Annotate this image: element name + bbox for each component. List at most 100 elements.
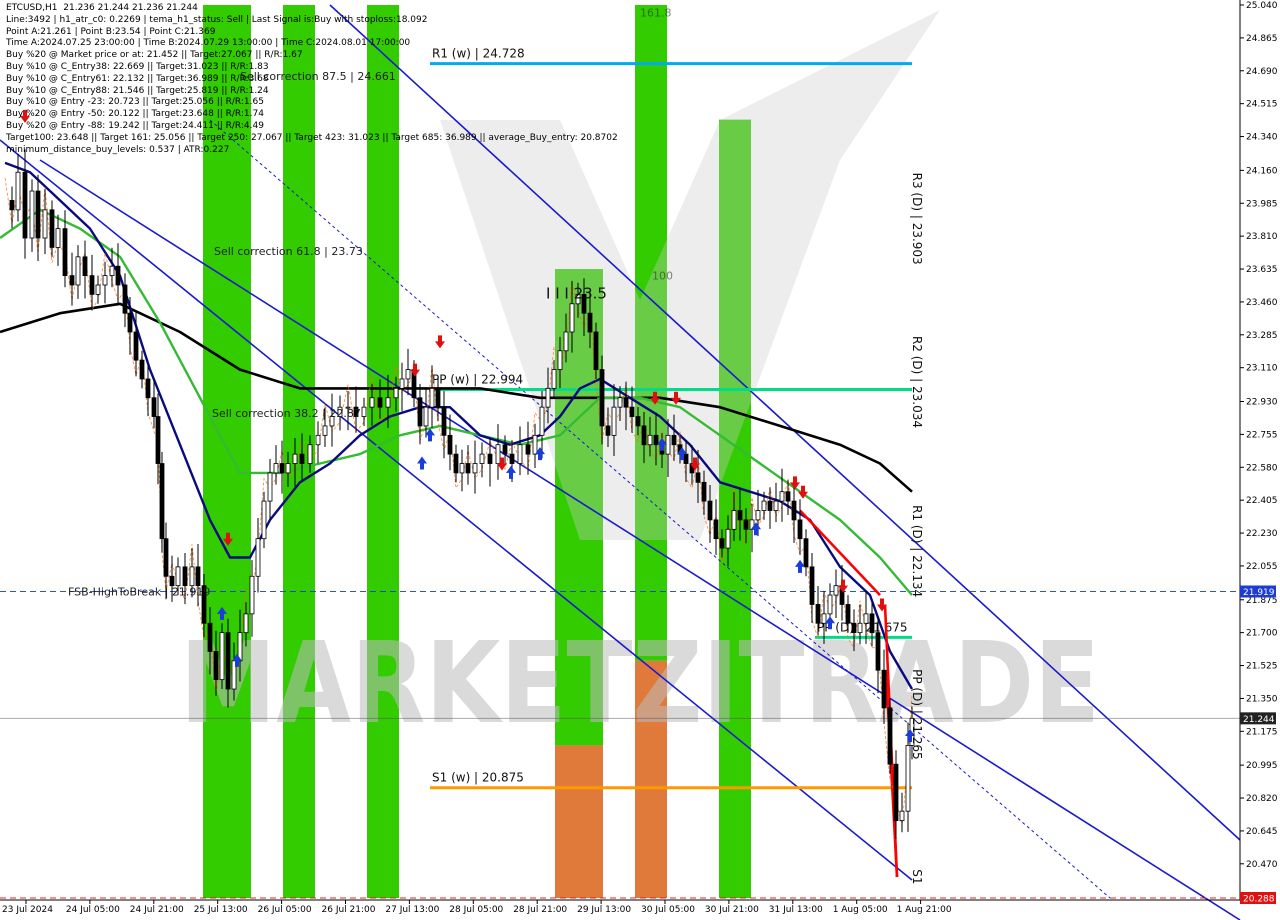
candle-body (182, 566, 188, 587)
candle-body (707, 500, 713, 521)
x-tick-label: 25 Jul 13:00 (194, 905, 248, 915)
candle-body (459, 463, 465, 474)
candle-body (731, 510, 737, 530)
y-tick-label: 23.810 (1246, 232, 1278, 242)
y-tick-label: 24.690 (1246, 67, 1278, 77)
candle-body (95, 284, 101, 295)
candle-body (617, 397, 623, 408)
candle-body (453, 453, 459, 474)
candle-body (189, 566, 195, 587)
info-line: Time A:2024.07.25 23:00:00 | Time B:2024… (6, 38, 411, 49)
y-tick-label: 20.820 (1246, 794, 1278, 804)
y-tick-label: 23.110 (1246, 364, 1278, 374)
y-tick-label: 24.160 (1246, 166, 1278, 176)
indicator-info-panel: ETCUSD,H1 21.236 21.244 21.236 21.244 Li… (6, 3, 626, 156)
x-tick-label: 30 Jul 05:00 (641, 905, 695, 915)
watermark-text: MARKETZITRADE (180, 619, 1100, 749)
candle-body (827, 594, 833, 615)
candle-body (441, 406, 447, 436)
candle-body (755, 510, 761, 521)
candle-body (869, 613, 875, 634)
candle-body (393, 387, 399, 399)
candle-body (267, 472, 273, 502)
candle-body (42, 209, 48, 239)
chart-annotation: FSB-HighToBreak | 21.919 (68, 586, 210, 599)
daily-pivot-label: R1 (D) | 22.134 (910, 505, 924, 597)
buy-arrow-icon (795, 559, 805, 573)
candle-body (881, 669, 887, 709)
candle-body (307, 444, 313, 464)
symbol-label: ETCUSD,H1 (6, 3, 58, 13)
candle-body (115, 265, 121, 286)
chart-annotation: Sell correction 38.2 | 22.87 (212, 407, 361, 420)
candle-body (249, 575, 255, 615)
candle-body (641, 425, 647, 446)
candle-body (49, 209, 55, 248)
candle-body (743, 519, 749, 530)
pivot-level-label: S1 (w) | 20.875 (432, 771, 524, 785)
x-tick-label: 31 Jul 13:00 (769, 905, 823, 915)
candle-body (55, 228, 61, 248)
x-tick-label: 23 Jul 2024 (2, 905, 53, 915)
candle-body (785, 491, 791, 502)
candle-body (653, 434, 659, 446)
candle-body (809, 566, 815, 605)
x-tick-label: 24 Jul 05:00 (66, 905, 120, 915)
y-tick-label: 20.645 (1246, 827, 1278, 837)
candle-body (593, 331, 599, 370)
candle-body (695, 472, 701, 483)
candle-body (815, 604, 821, 624)
candle-body (495, 444, 501, 464)
chart-annotation: 100 (652, 270, 673, 283)
y-tick-label: 21.525 (1246, 662, 1278, 672)
candle-body (417, 397, 423, 427)
candle-body (35, 190, 41, 239)
candle-body (322, 425, 328, 436)
candle-body (635, 416, 641, 427)
y-tick-label: 24.340 (1246, 133, 1278, 143)
candle-body (479, 453, 485, 464)
daily-pivot-label: R2 (D) | 23.034 (910, 336, 924, 428)
candle-body (299, 453, 305, 464)
candle-body (893, 763, 899, 821)
y-tick-label: 22.755 (1246, 430, 1278, 440)
candle-body (851, 622, 857, 634)
candle-body (62, 228, 68, 277)
candle-body (605, 425, 611, 436)
candle-body (899, 810, 905, 821)
x-tick-label: 30 Jul 21:00 (705, 905, 759, 915)
price-tag-label: 21.244 (1243, 715, 1275, 725)
candle-body (315, 434, 321, 446)
y-tick-label: 23.985 (1246, 199, 1278, 209)
info-line: Buy %10 @ C_Entry38: 22.669 || Target:31… (6, 61, 269, 72)
candle-body (725, 528, 731, 549)
y-tick-label: 24.865 (1246, 34, 1278, 44)
chart-area[interactable]: MARKETZITRADE R1 (w) | 24.728 PP (w) | 22… (0, 0, 1280, 920)
daily-pivot-label: PP (D) | 21.265 (910, 669, 924, 760)
candle-body (905, 745, 911, 812)
candle-body (719, 538, 725, 549)
candle-body (532, 434, 538, 455)
info-line: Buy %20 @ Entry -50: 20.122 || Target:23… (6, 109, 264, 120)
y-tick-label: 23.635 (1246, 265, 1278, 275)
candle-body (465, 463, 471, 474)
candle-body (563, 331, 569, 352)
y-tick-label: 22.580 (1246, 463, 1278, 473)
candle-body (102, 275, 108, 286)
candle-body (122, 284, 128, 314)
daily-pivot-label: S1 (910, 869, 924, 884)
info-line: Buy %10 @ C_Entry88: 21.546 || Target:25… (6, 85, 269, 96)
candle-body (261, 500, 267, 540)
orange-zone (555, 745, 603, 898)
candle-body (127, 312, 133, 333)
candle-body (213, 651, 219, 681)
price-tag-label: 20.288 (1243, 895, 1275, 905)
x-tick-label: 26 Jul 21:00 (322, 905, 376, 915)
candle-body (857, 622, 863, 634)
candle-body (713, 519, 719, 540)
y-tick-label: 22.405 (1246, 496, 1278, 506)
candle-body (611, 406, 617, 436)
candle-body (487, 453, 493, 464)
candle-body (761, 500, 767, 511)
y-tick-label: 20.995 (1246, 761, 1278, 771)
